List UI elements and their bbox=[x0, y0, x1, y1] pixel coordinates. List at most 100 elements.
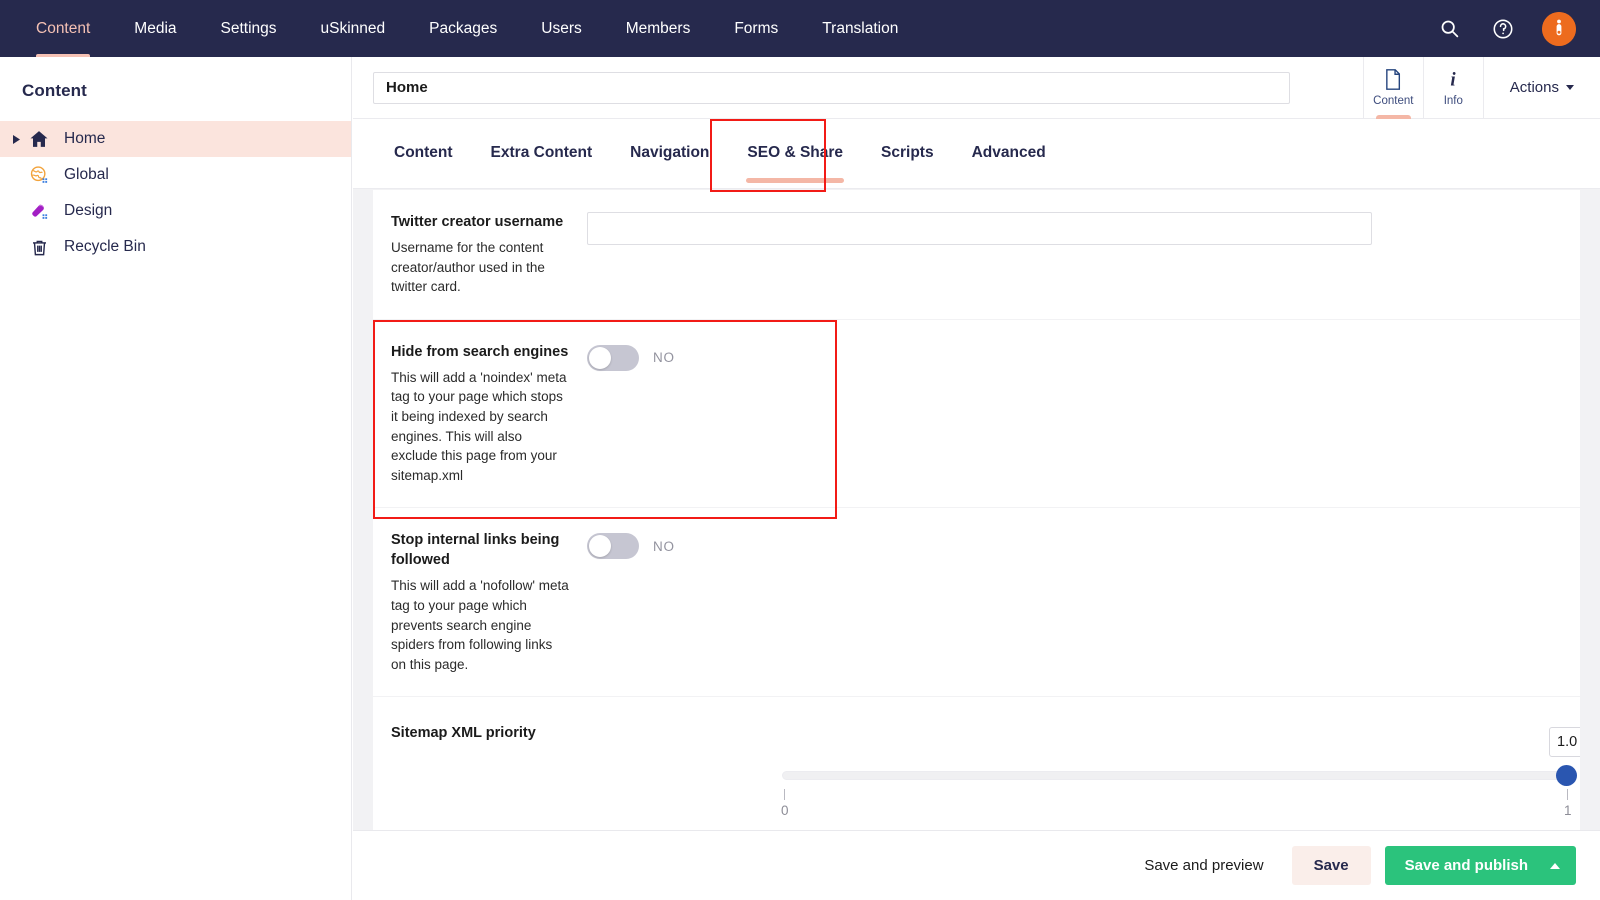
sidebar-item-label: Recycle Bin bbox=[64, 238, 146, 255]
document-icon bbox=[1386, 69, 1401, 90]
field-label-column: Hide from search engines This will add a… bbox=[391, 342, 569, 486]
sidebar-item-global[interactable]: Global bbox=[0, 157, 351, 193]
content-name-input[interactable] bbox=[373, 71, 1290, 104]
tick-label: 0 bbox=[781, 803, 789, 819]
field-hide-from-search-engines: Hide from search engines This will add a… bbox=[373, 320, 1580, 509]
header-app-tabs: Content i Info Actions bbox=[1362, 56, 1600, 119]
topnav-item-settings[interactable]: Settings bbox=[199, 0, 299, 57]
tab-navigation[interactable]: Navigation bbox=[611, 118, 728, 188]
hide-from-search-toggle[interactable] bbox=[587, 344, 639, 371]
slider-tick-min: 0 bbox=[781, 789, 789, 818]
search-icon[interactable] bbox=[1434, 14, 1464, 44]
topnav-label: Members bbox=[625, 20, 691, 37]
content-name-header: Content i Info Actions bbox=[353, 56, 1600, 119]
field-title: Sitemap XML priority bbox=[391, 725, 536, 742]
tab-label: Advanced bbox=[971, 144, 1046, 161]
sitemap-priority-slider[interactable]: 1.0 0 1 bbox=[587, 723, 1580, 823]
topnav-item-members[interactable]: Members bbox=[604, 0, 713, 57]
topnav-label: Settings bbox=[220, 20, 277, 37]
tab-label: Scripts bbox=[881, 144, 934, 161]
hide-from-search-toggle-group: NO bbox=[587, 342, 1562, 371]
sidebar-item-recycle-bin[interactable]: Recycle Bin bbox=[0, 229, 351, 265]
actions-dropdown-button[interactable]: Actions bbox=[1482, 56, 1600, 119]
topnav-label: Content bbox=[36, 20, 91, 37]
top-navigation-bar: Content Media Settings uSkinned Packages… bbox=[0, 0, 1600, 57]
stop-internal-links-toggle-group: NO bbox=[587, 530, 1562, 560]
topnav-item-translation[interactable]: Translation bbox=[800, 0, 920, 57]
tab-scripts[interactable]: Scripts bbox=[862, 118, 953, 188]
field-label-column: Twitter creator username Username for th… bbox=[391, 212, 569, 297]
topnav-item-users[interactable]: Users bbox=[519, 0, 603, 57]
topnav-label: Media bbox=[134, 20, 177, 37]
app-tab-info[interactable]: i Info bbox=[1422, 56, 1483, 119]
tick-label: 1 bbox=[1564, 803, 1572, 819]
topnav-item-forms[interactable]: Forms bbox=[712, 0, 800, 57]
save-and-preview-button[interactable]: Save and preview bbox=[1130, 848, 1277, 883]
field-twitter-creator-username: Twitter creator username Username for th… bbox=[373, 190, 1580, 320]
stop-internal-links-toggle[interactable] bbox=[587, 533, 639, 560]
topnav-item-uskinned[interactable]: uSkinned bbox=[299, 0, 408, 57]
slider-track[interactable] bbox=[782, 771, 1572, 781]
chevron-up-icon[interactable] bbox=[1550, 862, 1560, 869]
tab-label: Navigation bbox=[630, 144, 710, 161]
paint-icon bbox=[24, 201, 54, 222]
property-tab-strip: Content Extra Content Navigation SEO & S… bbox=[353, 119, 1600, 189]
topnav-label: Forms bbox=[734, 20, 779, 37]
field-stop-internal-links: Stop internal links being followed This … bbox=[373, 508, 1580, 698]
tab-label: Content bbox=[394, 144, 453, 161]
globe-icon bbox=[24, 165, 54, 186]
save-and-publish-label: Save and publish bbox=[1404, 857, 1528, 874]
sidebar-item-label: Design bbox=[64, 202, 113, 219]
field-control-column: NO bbox=[569, 530, 1562, 674]
toggle-knob bbox=[589, 346, 611, 369]
sidebar-title: Content bbox=[22, 81, 87, 100]
help-icon[interactable] bbox=[1488, 14, 1518, 44]
sidebar-item-design[interactable]: Design bbox=[0, 193, 351, 229]
field-control-column: 1.0 0 1 bbox=[569, 723, 1580, 823]
topnav-label: uSkinned bbox=[320, 20, 386, 37]
top-nav-actions bbox=[1434, 11, 1600, 46]
slider-handle[interactable] bbox=[1556, 765, 1577, 787]
topnav-item-packages[interactable]: Packages bbox=[407, 0, 519, 57]
app-tab-label: Content bbox=[1373, 95, 1414, 107]
topnav-label: Packages bbox=[429, 20, 498, 37]
trash-icon bbox=[24, 238, 54, 257]
top-nav-items: Content Media Settings uSkinned Packages… bbox=[0, 0, 920, 57]
field-sitemap-xml-priority: Sitemap XML priority 1.0 0 1 bbox=[373, 697, 1580, 845]
tab-label: Extra Content bbox=[490, 144, 593, 161]
save-and-publish-button[interactable]: Save and publish bbox=[1384, 846, 1576, 885]
sidebar-item-home[interactable]: Home bbox=[0, 121, 351, 157]
tab-extra-content[interactable]: Extra Content bbox=[472, 118, 612, 188]
field-label-column: Sitemap XML priority bbox=[391, 723, 569, 823]
home-icon bbox=[24, 129, 54, 149]
app-tab-content[interactable]: Content bbox=[1362, 56, 1423, 119]
topnav-label: Translation bbox=[822, 20, 899, 37]
tab-advanced[interactable]: Advanced bbox=[953, 118, 1065, 188]
expand-caret-icon[interactable] bbox=[8, 134, 24, 144]
field-label-column: Stop internal links being followed This … bbox=[391, 530, 569, 674]
sidebar-item-label: Global bbox=[64, 166, 109, 183]
twitter-creator-input[interactable] bbox=[587, 212, 1372, 245]
field-control-column bbox=[569, 212, 1562, 297]
field-description: Username for the content creator/author … bbox=[391, 240, 545, 295]
svg-text:i: i bbox=[1451, 69, 1457, 90]
tab-label: SEO & Share bbox=[747, 144, 844, 161]
tab-content[interactable]: Content bbox=[375, 118, 472, 188]
slider-tick-max: 1 bbox=[1564, 789, 1572, 818]
save-button[interactable]: Save bbox=[1291, 846, 1371, 885]
editor-footer: Save and preview Save Save and publish bbox=[353, 830, 1600, 900]
topnav-label: Users bbox=[541, 20, 582, 37]
tab-seo-and-share[interactable]: SEO & Share bbox=[728, 118, 862, 188]
topnav-item-media[interactable]: Media bbox=[112, 0, 198, 57]
field-title: Hide from search engines bbox=[391, 343, 569, 360]
actions-label: Actions bbox=[1509, 79, 1559, 96]
app-tab-label: Info bbox=[1443, 95, 1463, 107]
user-avatar[interactable] bbox=[1542, 11, 1576, 46]
toggle-state-label: NO bbox=[653, 350, 675, 366]
topnav-item-content[interactable]: Content bbox=[14, 0, 112, 57]
tick-mark bbox=[1567, 789, 1569, 801]
field-control-column: NO bbox=[569, 342, 1562, 486]
sidebar-item-label: Home bbox=[64, 130, 106, 147]
chevron-down-icon bbox=[1566, 85, 1574, 90]
field-title: Stop internal links being followed bbox=[391, 532, 560, 569]
